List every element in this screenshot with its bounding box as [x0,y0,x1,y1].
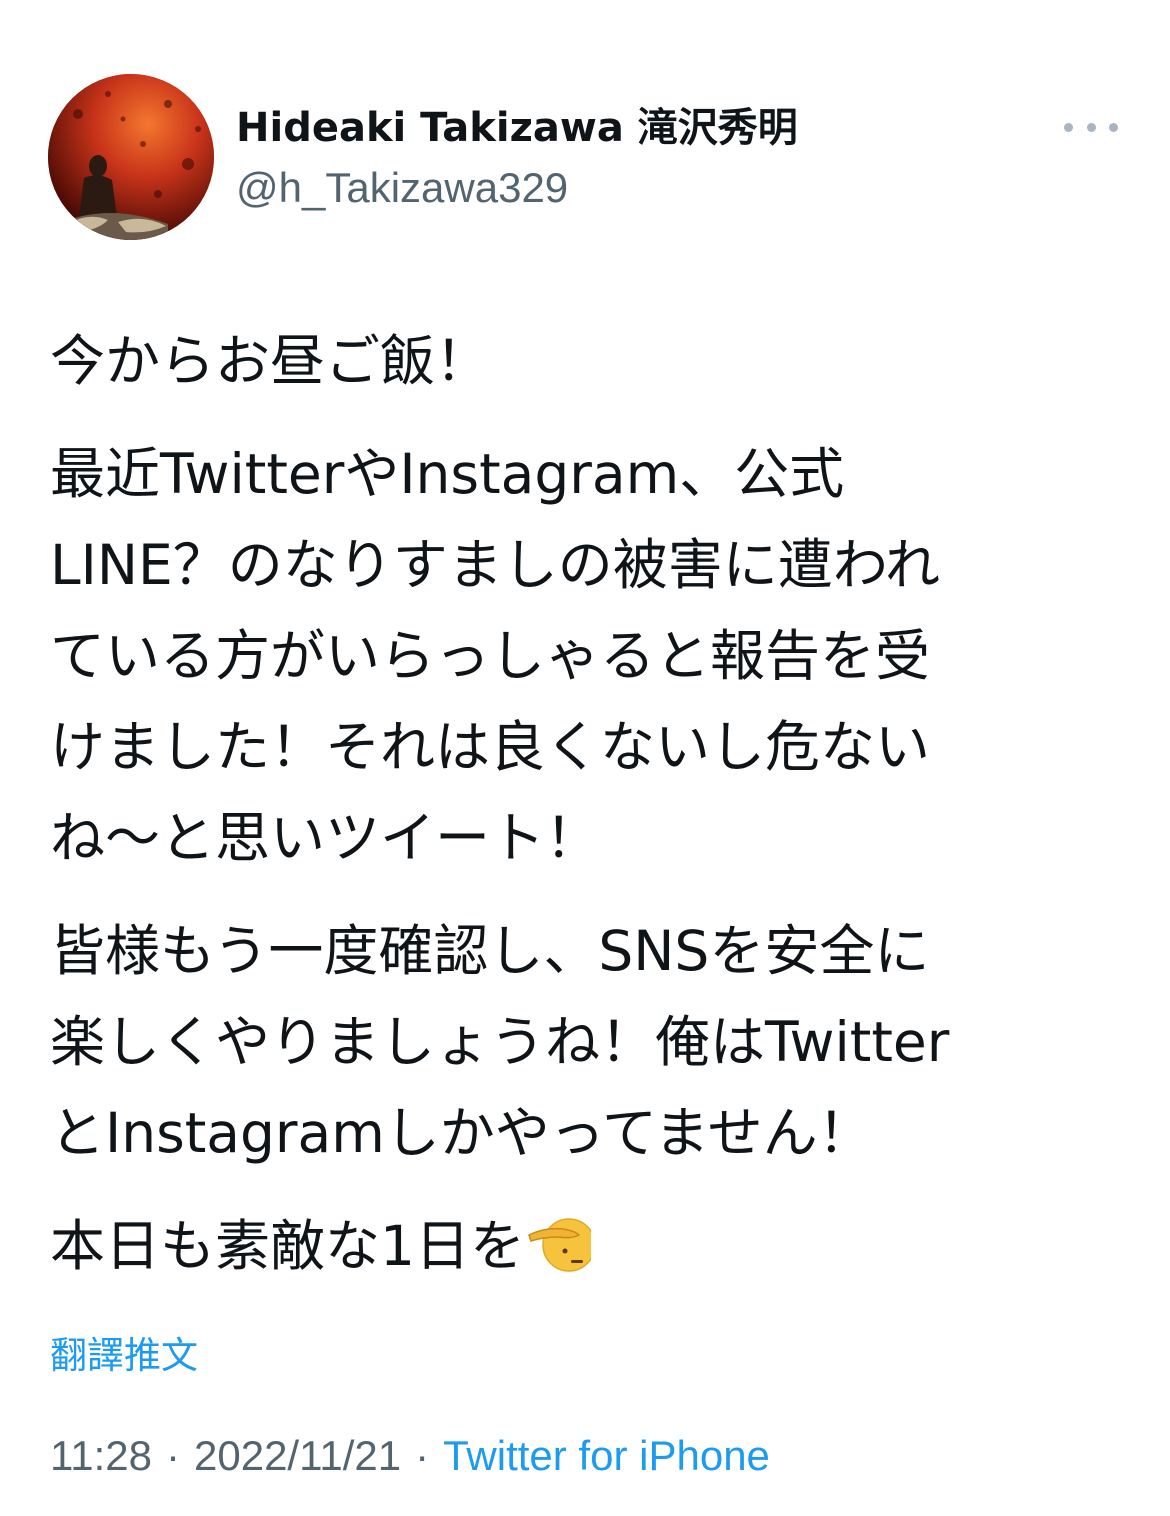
author-handle[interactable]: @h_Takizawa329 [236,162,568,214]
translate-tweet-link[interactable]: 翻譯推文 [50,1330,198,1382]
tweet-date[interactable]: 2022/11/21 [194,1432,401,1479]
more-horizontal-icon [1086,122,1096,132]
tweet-meta: 11:28 · 2022/11/21 · Twitter for iPhone [50,1428,770,1484]
tweet-paragraph-text: 本日も素敵な1日を [50,1214,525,1278]
meta-separator: · [166,1432,180,1479]
tweet-text: 今からお昼ご飯！ 最近TwitterやInstagram、公式 LINE？のなり… [50,316,1130,1314]
more-options-button[interactable] [1064,110,1118,144]
meta-separator: · [415,1432,430,1479]
tweet-time[interactable]: 11:28 [50,1432,152,1479]
more-horizontal-icon [1109,122,1118,132]
avatar[interactable] [48,74,214,240]
tweet-paragraph: 今からお昼ご飯！ [50,329,491,393]
tweet-source-link[interactable]: Twitter for iPhone [443,1432,770,1479]
tweet-paragraph: 最近TwitterやInstagram、公式 LINE？のなりすましの被害に遭わ… [50,442,941,870]
author-name[interactable]: Hideaki Takizawa 滝沢秀明 [236,102,798,154]
more-horizontal-icon [1064,122,1073,132]
saluting-face-emoji [528,1218,591,1272]
tweet-paragraph-last: 本日も素敵な1日を [50,1201,1130,1292]
tweet-paragraph: 皆様もう一度確認し、SNSを安全に 楽しくやりましょうね！俺はTwitter と… [50,919,950,1165]
avatar-image [48,74,214,240]
